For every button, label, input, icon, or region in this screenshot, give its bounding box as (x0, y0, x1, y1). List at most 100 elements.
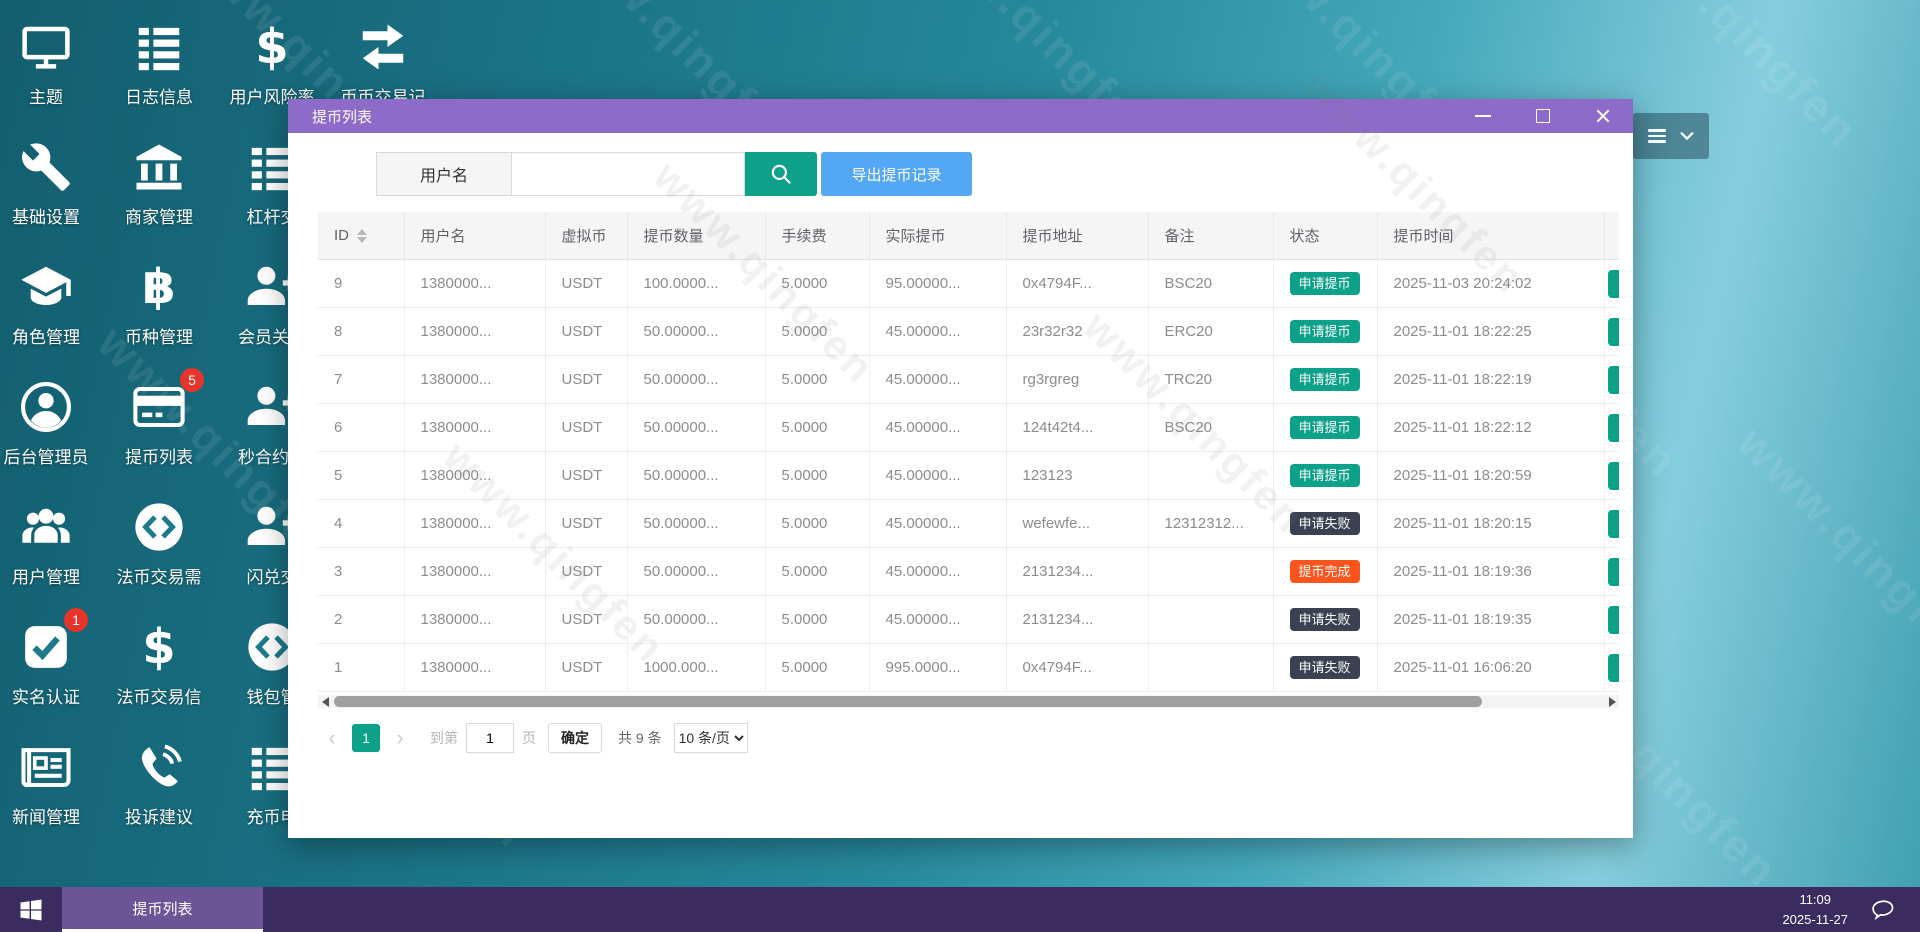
table-header-row: ID 用户名 虚拟币 提币数量 手续费 实际提币 提币地址 备注 状态 提币时间 (318, 212, 1619, 260)
minimize-button[interactable] (1453, 99, 1513, 133)
desktop-shortcut[interactable]: 用户管理 (0, 486, 101, 606)
action-button-partial[interactable] (1607, 653, 1619, 682)
quick-menu-panel (1633, 113, 1709, 159)
desktop-shortcut-label: 角色管理 (12, 328, 80, 347)
desktop: www.qingfen www.qingfen www.qingfen www.qin… (0, 0, 1920, 932)
desktop-icon-column: 主题 基础设置 角色管理 后台管理员 用户管理 1 实名认证 新闻管理 (0, 6, 101, 846)
goto-page-input[interactable] (466, 723, 514, 753)
cell-fee: 5.0000 (765, 307, 870, 356)
table-row: 3 1380000... USDT 50.00000... 5.0000 45.… (318, 547, 1619, 596)
sort-icon[interactable] (357, 228, 367, 243)
bitcoin-icon: ฿ (142, 259, 176, 315)
cell-time: 2025-11-01 18:19:35 (1377, 595, 1605, 644)
current-page-button[interactable]: 1 (352, 724, 380, 752)
desktop-shortcut[interactable]: $ 法币交易信 (104, 606, 214, 726)
cell-amount: 50.00000... (627, 451, 766, 500)
action-button-partial[interactable] (1607, 413, 1619, 442)
cell-actions (1604, 451, 1619, 500)
action-button-partial[interactable] (1607, 605, 1619, 634)
cell-username: 1380000... (404, 547, 546, 596)
cell-coin: USDT (545, 499, 628, 548)
desktop-shortcut[interactable]: 角色管理 (0, 246, 101, 366)
taskbar-task-withdrawal-list[interactable]: 提币列表 (62, 887, 263, 932)
status-badge: 申请提币 (1289, 367, 1360, 391)
cell-amount: 50.00000... (627, 403, 766, 452)
cell-actions (1604, 259, 1619, 308)
cell-fee: 5.0000 (765, 403, 870, 452)
credit-card-icon (131, 380, 187, 434)
check-square-icon (21, 622, 71, 672)
desktop-shortcut[interactable]: 商家管理 (104, 126, 214, 246)
desktop-shortcut-label: 后台管理员 (3, 448, 89, 467)
action-button-partial[interactable] (1607, 509, 1619, 538)
cell-actions (1604, 499, 1619, 548)
chevron-down-icon[interactable] (1679, 128, 1695, 144)
desktop-shortcut-label: 新闻管理 (12, 808, 80, 827)
desktop-shortcut[interactable]: 基础设置 (0, 126, 101, 246)
start-button[interactable] (0, 887, 62, 932)
chat-bubble-icon[interactable] (1867, 895, 1900, 924)
action-button-partial[interactable] (1607, 461, 1619, 490)
close-button[interactable] (1573, 99, 1633, 133)
horizontal-scrollbar[interactable] (318, 695, 1619, 708)
action-button-partial[interactable] (1607, 269, 1619, 298)
desktop-shortcut-label: 币种管理 (125, 328, 193, 347)
maximize-button[interactable] (1513, 99, 1573, 133)
window-titlebar[interactable]: 提币列表 (288, 99, 1633, 133)
confirm-page-button[interactable]: 确定 (548, 723, 602, 753)
cell-amount: 1000.000... (627, 643, 766, 692)
action-button-partial[interactable] (1607, 557, 1619, 586)
cell-address: 124t42t4... (1006, 403, 1149, 452)
desktop-shortcut[interactable]: 新闻管理 (0, 726, 101, 846)
minimize-icon (1475, 115, 1491, 117)
cell-coin: USDT (545, 595, 628, 644)
prev-page-button[interactable]: ‹ (318, 724, 346, 752)
desktop-shortcut[interactable]: 主题 (0, 6, 101, 126)
next-page-button[interactable]: › (386, 724, 414, 752)
status-badge: 申请失败 (1289, 655, 1360, 679)
desktop-shortcut[interactable]: 1 实名认证 (0, 606, 101, 726)
desktop-shortcut[interactable]: 后台管理员 (0, 366, 101, 486)
cell-username: 1380000... (404, 307, 546, 356)
desktop-shortcut[interactable]: 投诉建议 (104, 726, 214, 846)
withdrawal-list-window: 提币列表 www.qingfenwww.qingfenwww.qingfenww… (288, 63, 1633, 838)
desktop-shortcut[interactable]: 日志信息 (104, 6, 214, 126)
search-button[interactable] (745, 152, 817, 196)
desktop-shortcut[interactable]: ฿ 币种管理 (104, 246, 214, 366)
taskbar: 提币列表 11:09 2025-11-27 (0, 887, 1920, 932)
column-header: 提币时间 (1377, 212, 1605, 260)
status-badge: 申请提币 (1289, 415, 1360, 439)
cell-address: rg3rgreg (1006, 355, 1149, 404)
action-button-partial[interactable] (1607, 317, 1619, 346)
cell-status: 申请提币 (1273, 451, 1378, 500)
action-button-partial[interactable] (1607, 365, 1619, 394)
scroll-right-arrow[interactable] (1605, 695, 1619, 708)
desktop-shortcut-label: 主题 (29, 88, 63, 107)
cell-time: 2025-11-03 20:24:02 (1377, 259, 1605, 308)
desktop-shortcut[interactable]: 法币交易需 (104, 486, 214, 606)
cell-amount: 100.0000... (627, 259, 766, 308)
scrollbar-thumb[interactable] (334, 696, 1482, 707)
desktop-shortcut-label: 基础设置 (12, 208, 80, 227)
goto-page-label: 到第 (430, 730, 458, 746)
cell-actions (1604, 355, 1619, 404)
cell-note (1148, 547, 1274, 596)
cell-username: 1380000... (404, 643, 546, 692)
cell-amount: 50.00000... (627, 307, 766, 356)
cell-actions (1604, 595, 1619, 644)
username-search-input[interactable] (512, 152, 745, 196)
monitor-icon (19, 20, 73, 74)
scroll-left-arrow[interactable] (318, 695, 332, 708)
hamburger-menu-icon[interactable] (1647, 129, 1666, 143)
cell-actions (1604, 643, 1619, 692)
cell-username: 1380000... (404, 595, 546, 644)
table-row: 2 1380000... USDT 50.00000... 5.0000 45.… (318, 595, 1619, 644)
cell-actual: 95.00000... (869, 259, 1007, 308)
cell-coin: USDT (545, 355, 628, 404)
column-header: 备注 (1148, 212, 1274, 260)
page-size-select[interactable]: 10 条/页 (673, 723, 748, 753)
desktop-shortcut[interactable]: 5 提币列表 (104, 366, 214, 486)
export-withdrawals-button[interactable]: 导出提币记录 (821, 152, 972, 196)
cell-id: 8 (318, 307, 405, 356)
cell-time: 2025-11-01 18:22:12 (1377, 403, 1605, 452)
